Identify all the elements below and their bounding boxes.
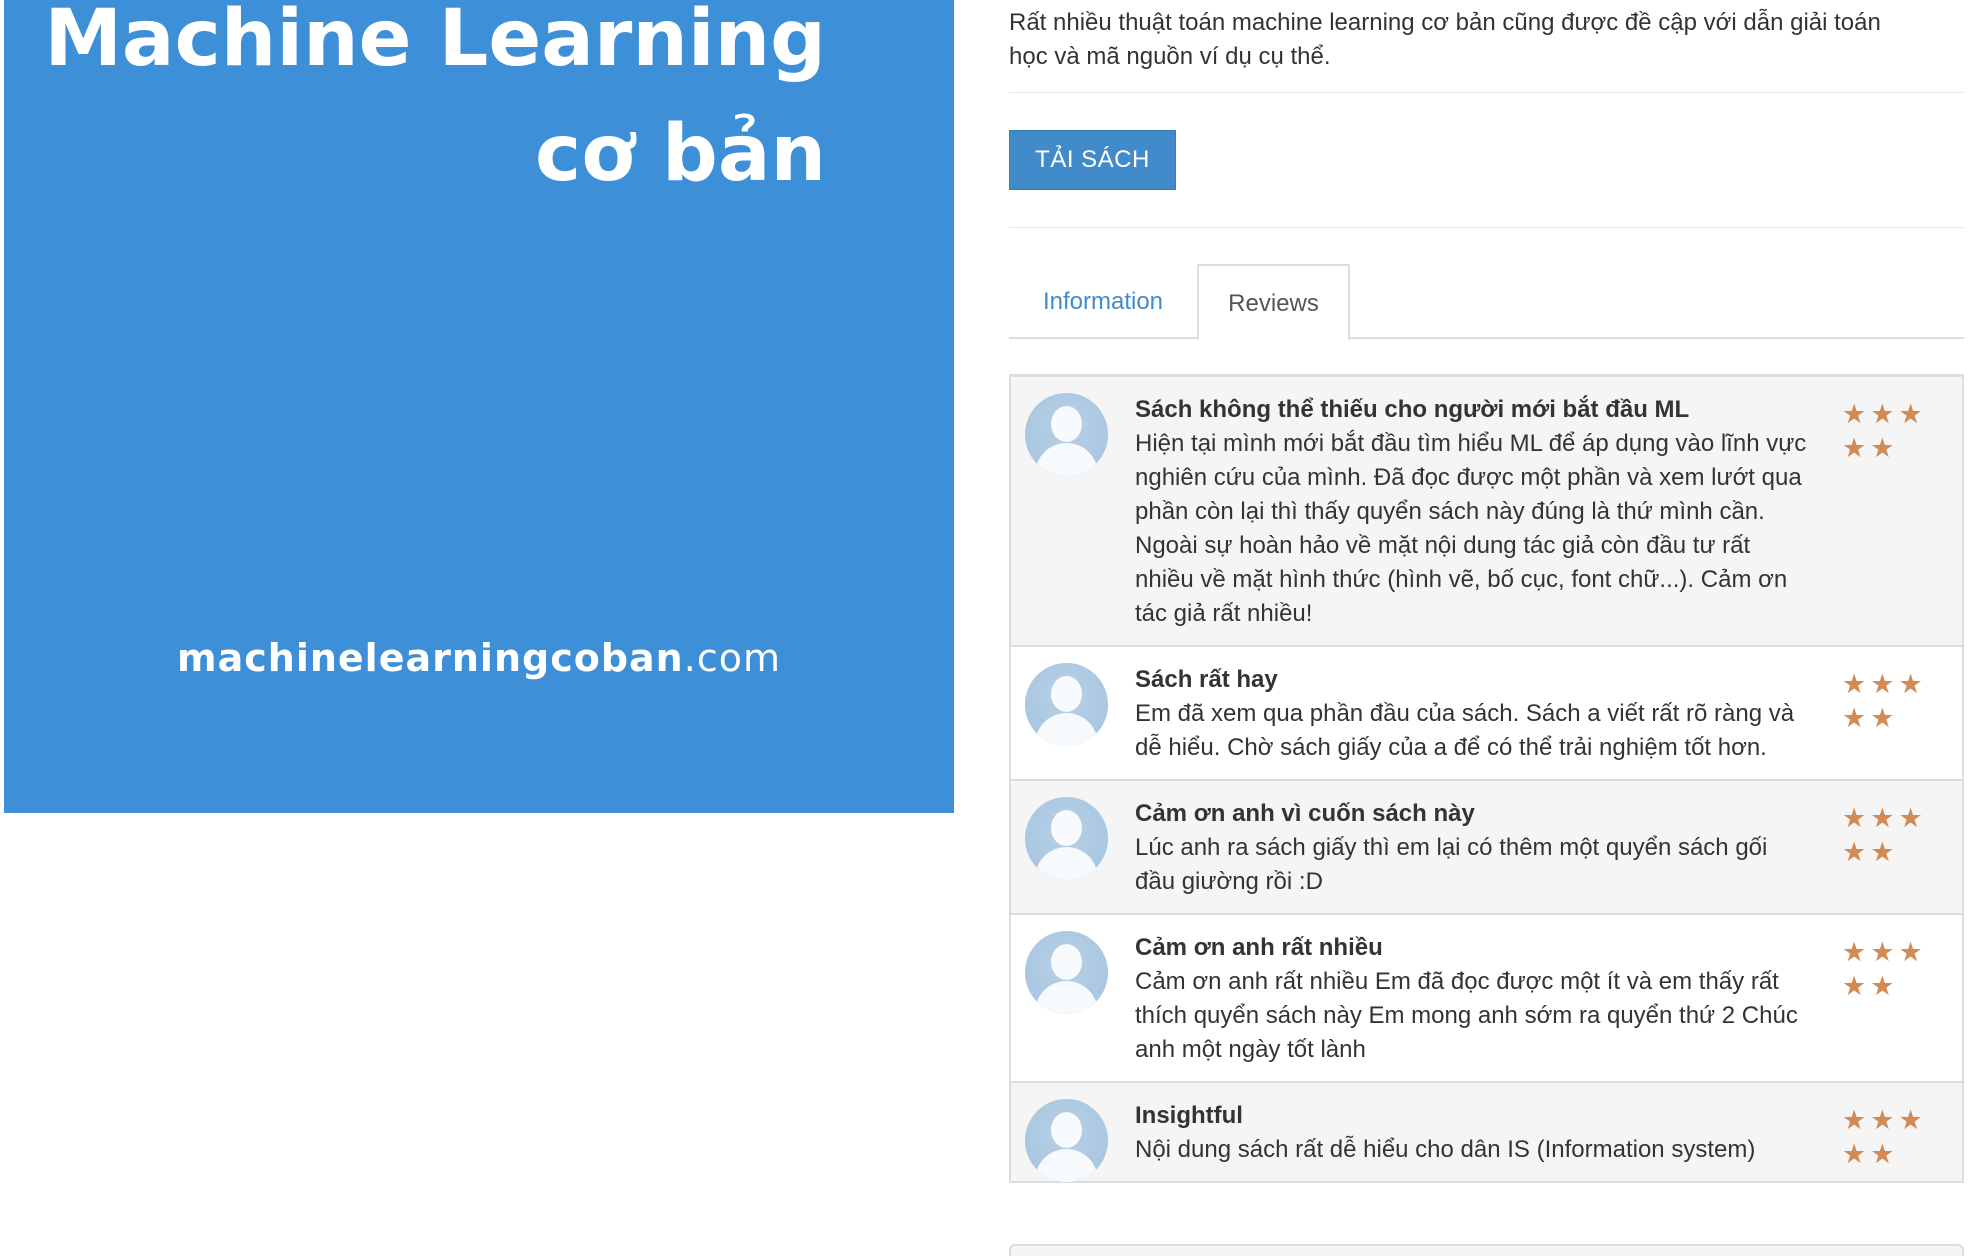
review-form-box — [1009, 1244, 1964, 1256]
cover-title: Machine Learning cơ bản — [44, 0, 826, 212]
star-icon: ★ — [1898, 1105, 1927, 1135]
book-description: Rất nhiều thuật toán machine learning cơ… — [1009, 6, 1959, 74]
star-icon: ★ — [1898, 937, 1927, 967]
user-avatar-icon — [1025, 663, 1108, 746]
review-rating: ★★★★★ — [1842, 1103, 1934, 1171]
review-title: Cảm ơn anh vì cuốn sách này — [1135, 800, 1475, 827]
review-body: Insightful Nội dung sách rất dễ hiểu cho … — [1135, 1083, 1812, 1181]
review-rating: ★★★★★ — [1842, 667, 1934, 735]
divider — [1009, 92, 1964, 93]
review-item: Sách rất hay Em đã xem qua phần đầu của s… — [1011, 645, 1962, 779]
download-book-button[interactable]: TẢI SÁCH — [1009, 130, 1176, 190]
star-icon: ★ — [1898, 399, 1927, 429]
user-avatar-icon — [1025, 1099, 1108, 1182]
review-item: Cảm ơn anh rất nhiều Cảm ơn anh rất nhiều… — [1011, 913, 1962, 1081]
star-icon: ★ — [1870, 1105, 1899, 1135]
user-avatar-icon — [1025, 931, 1108, 1014]
review-rating: ★★★★★ — [1842, 397, 1934, 465]
description-line-1: Rất nhiều thuật toán machine learning cơ… — [1009, 9, 1881, 36]
star-icon: ★ — [1842, 433, 1871, 463]
review-text: Lúc anh ra sách giấy thì em lại có thêm … — [1135, 834, 1768, 895]
star-icon: ★ — [1842, 703, 1871, 733]
user-avatar-icon — [1025, 797, 1108, 880]
star-icon: ★ — [1842, 971, 1871, 1001]
review-item: Insightful Nội dung sách rất dễ hiểu cho … — [1011, 1081, 1962, 1182]
cover-url-main: machinelearningcoban — [177, 636, 684, 680]
review-rating: ★★★★★ — [1842, 801, 1934, 869]
star-icon: ★ — [1870, 433, 1899, 463]
cover-title-line2: cơ bản — [535, 109, 826, 199]
star-icon: ★ — [1870, 837, 1899, 867]
tab-reviews[interactable]: Reviews — [1197, 264, 1350, 341]
review-text: Nội dung sách rất dễ hiểu cho dân IS (In… — [1135, 1136, 1756, 1163]
review-text: Hiện tại mình mới bắt đầu tìm hiểu ML để… — [1135, 430, 1807, 627]
star-icon: ★ — [1870, 937, 1899, 967]
tab-bar: Information Reviews — [1009, 264, 1964, 341]
cover-url-tld: .com — [683, 636, 781, 680]
review-title: Cảm ơn anh rất nhiều — [1135, 934, 1383, 961]
star-icon: ★ — [1898, 803, 1927, 833]
user-avatar-icon — [1025, 393, 1108, 476]
description-line-2: học và mã nguồn ví dụ cụ thể. — [1009, 43, 1331, 70]
star-icon: ★ — [1870, 399, 1899, 429]
star-icon: ★ — [1842, 399, 1871, 429]
review-body: Cảm ơn anh rất nhiều Cảm ơn anh rất nhiều… — [1135, 915, 1812, 1081]
page: Machine Learning cơ bản machinelearningc… — [0, 0, 1968, 1256]
review-item: Cảm ơn anh vì cuốn sách này Lúc anh ra sá… — [1011, 779, 1962, 913]
star-icon: ★ — [1870, 703, 1899, 733]
star-icon: ★ — [1842, 669, 1871, 699]
review-title: Insightful — [1135, 1102, 1243, 1129]
review-title: Sách không thể thiếu cho người mới bắt đ… — [1135, 396, 1690, 423]
star-icon: ★ — [1842, 937, 1871, 967]
tab-information[interactable]: Information — [1009, 264, 1197, 339]
star-icon: ★ — [1842, 1105, 1871, 1135]
star-icon: ★ — [1870, 803, 1899, 833]
review-body: Sách rất hay Em đã xem qua phần đầu của s… — [1135, 647, 1812, 779]
review-body: Cảm ơn anh vì cuốn sách này Lúc anh ra sá… — [1135, 781, 1812, 913]
cover-url: machinelearningcoban.com — [4, 636, 954, 680]
divider — [1009, 227, 1964, 228]
star-icon: ★ — [1898, 669, 1927, 699]
star-icon: ★ — [1842, 837, 1871, 867]
review-item: Sách không thể thiếu cho người mới bắt đ… — [1011, 377, 1962, 645]
star-icon: ★ — [1870, 971, 1899, 1001]
review-text: Em đã xem qua phần đầu của sách. Sách a … — [1135, 700, 1795, 761]
cover-title-line1: Machine Learning — [44, 0, 826, 84]
star-icon: ★ — [1870, 1139, 1899, 1169]
review-rating: ★★★★★ — [1842, 935, 1934, 1003]
review-text: Cảm ơn anh rất nhiều Em đã đọc được một … — [1135, 968, 1798, 1063]
book-cover: Machine Learning cơ bản machinelearningc… — [4, 0, 954, 813]
reviews-list: Sách không thể thiếu cho người mới bắt đ… — [1009, 374, 1964, 1183]
review-body: Sách không thể thiếu cho người mới bắt đ… — [1135, 377, 1812, 645]
star-icon: ★ — [1842, 1139, 1871, 1169]
review-title: Sách rất hay — [1135, 666, 1278, 693]
star-icon: ★ — [1842, 803, 1871, 833]
star-icon: ★ — [1870, 669, 1899, 699]
